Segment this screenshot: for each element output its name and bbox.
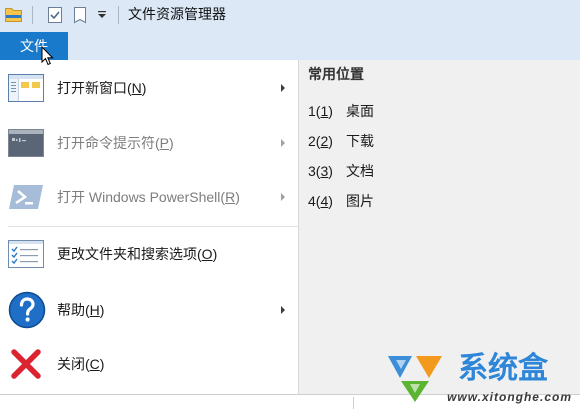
menu-item-close[interactable]: 关闭(C): [0, 337, 298, 391]
command-prompt-icon: [8, 129, 44, 157]
submenu-arrow-icon: [281, 306, 285, 314]
label-text: 打开新窗口(: [57, 80, 132, 96]
new-window-icon: [8, 74, 44, 102]
properties-icon[interactable]: [47, 6, 63, 24]
status-divider: [353, 397, 354, 409]
number-text: 1(: [308, 103, 321, 119]
frequent-place-number: 1(1): [308, 96, 333, 126]
file-menu-commands: 打开新窗口(N) 打开命令提示符(P) 打开 Windows PowerShel…: [0, 60, 299, 394]
file-explorer-icon[interactable]: [4, 6, 23, 23]
frequent-places-header: 常用位置: [308, 66, 364, 82]
frequent-place-name: 图片: [346, 193, 374, 209]
access-key: C: [89, 356, 100, 372]
frequent-place-name: 下载: [346, 133, 374, 149]
toolbar-separator: [118, 6, 119, 24]
label-text: 更改文件夹和搜索选项(: [57, 246, 202, 262]
menu-item-label: 更改文件夹和搜索选项(O): [57, 227, 217, 281]
frequent-place-name: 桌面: [346, 103, 374, 119]
help-icon: [8, 291, 46, 329]
ribbon-tab-row: 文件: [0, 31, 580, 60]
frequent-place-number: 2(2): [308, 126, 333, 156]
label-text: ): [212, 246, 218, 262]
mouse-cursor-icon: [41, 46, 54, 66]
menu-item-label: 打开 Windows PowerShell(R): [57, 170, 240, 224]
label-text: ): [99, 302, 105, 318]
watermark-url: www.xitonghe.com: [447, 390, 572, 404]
menu-item-open-powershell[interactable]: 打开 Windows PowerShell(R): [0, 170, 298, 224]
label-text: 打开 Windows PowerShell(: [57, 189, 226, 205]
close-icon: [10, 348, 42, 380]
access-key: R: [225, 189, 236, 205]
frequent-place-item[interactable]: 1(1) 桌面: [299, 96, 580, 126]
number-text: ): [328, 103, 333, 119]
submenu-arrow-icon: [281, 84, 285, 92]
frequent-place-item[interactable]: 4(4) 图片: [299, 186, 580, 216]
access-key: N: [131, 80, 142, 96]
menu-item-label: 打开命令提示符(P): [57, 116, 174, 170]
number-text: ): [328, 163, 333, 179]
file-menu: 打开新窗口(N) 打开命令提示符(P) 打开 Windows PowerShel…: [0, 60, 580, 394]
label-text: 关闭(: [57, 356, 90, 372]
label-text: ): [169, 135, 174, 151]
access-key: O: [201, 246, 213, 262]
submenu-arrow-icon: [281, 139, 285, 147]
xitonghe-logo-icon: [388, 356, 442, 402]
toolbar-separator: [32, 6, 33, 24]
frequent-place-number: 4(4): [308, 186, 333, 216]
powershell-icon: [8, 183, 44, 211]
label-text: 帮助(: [57, 302, 90, 318]
label-text: ): [99, 356, 105, 372]
number-text: ): [328, 193, 333, 209]
menu-item-label: 关闭(C): [57, 337, 104, 391]
customize-dropdown-icon[interactable]: [97, 10, 107, 20]
frequent-places-pane: 常用位置 1(1) 桌面 2(2) 下载 3(3) 文档 4(4) 图片: [299, 60, 580, 394]
number-text: ): [328, 133, 333, 149]
watermark-brand: 系统盒: [458, 352, 548, 385]
frequent-place-name: 文档: [346, 163, 374, 179]
number-text: 2(: [308, 133, 321, 149]
file-tab[interactable]: 文件: [0, 32, 68, 60]
menu-item-label: 帮助(H): [57, 283, 104, 337]
frequent-place-number: 3(3): [308, 156, 333, 186]
access-key: H: [89, 302, 100, 318]
new-folder-icon[interactable]: [73, 6, 87, 24]
access-key: P: [159, 135, 170, 151]
menu-item-help[interactable]: 帮助(H): [0, 283, 298, 337]
title-bar: 文件资源管理器: [0, 0, 580, 31]
frequent-place-item[interactable]: 2(2) 下载: [299, 126, 580, 156]
folder-options-icon: [8, 240, 44, 268]
number-text: 4(: [308, 193, 321, 209]
label-text: 打开命令提示符(: [57, 135, 160, 151]
number-text: 3(: [308, 163, 321, 179]
menu-item-label: 打开新窗口(N): [57, 61, 146, 115]
submenu-arrow-icon: [281, 193, 285, 201]
frequent-place-item[interactable]: 3(3) 文档: [299, 156, 580, 186]
window-title: 文件资源管理器: [128, 6, 226, 22]
label-text: ): [141, 80, 147, 96]
menu-item-open-command-prompt[interactable]: 打开命令提示符(P): [0, 116, 298, 170]
menu-item-open-new-window[interactable]: 打开新窗口(N): [0, 61, 298, 115]
menu-item-folder-options[interactable]: 更改文件夹和搜索选项(O): [0, 227, 298, 281]
label-text: ): [235, 189, 240, 205]
